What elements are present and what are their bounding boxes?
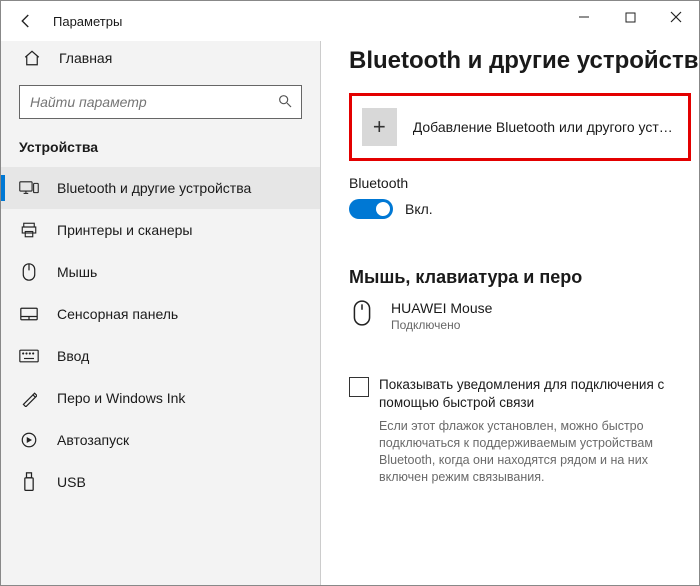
bluetooth-state: Вкл.: [405, 201, 433, 217]
plus-icon: +: [362, 108, 397, 146]
sidebar-item-typing[interactable]: Ввод: [1, 335, 320, 377]
add-device-label: Добавление Bluetooth или другого устройс…: [413, 119, 678, 135]
device-row[interactable]: HUAWEI Mouse Подключено: [349, 300, 699, 332]
sidebar-item-label: Перо и Windows Ink: [57, 390, 185, 406]
page-title: Bluetooth и другие устройства: [349, 47, 699, 75]
window-title: Параметры: [53, 14, 122, 29]
printer-icon: [19, 221, 39, 239]
sidebar-home[interactable]: Главная: [1, 41, 320, 85]
add-device-button[interactable]: + Добавление Bluetooth или другого устро…: [349, 93, 691, 161]
touchpad-icon: [19, 307, 39, 321]
quickpair-help: Если этот флажок установлен, можно быстр…: [379, 418, 699, 486]
sidebar-item-label: Принтеры и сканеры: [57, 222, 192, 238]
minimize-button[interactable]: [561, 1, 607, 33]
sidebar-item-label: Мышь: [57, 264, 97, 280]
devices-icon: [19, 180, 39, 196]
window-controls: [561, 1, 699, 33]
maximize-button[interactable]: [607, 1, 653, 33]
search-icon: [277, 93, 293, 112]
search-input[interactable]: [19, 85, 302, 119]
sidebar-item-label: Bluetooth и другие устройства: [57, 180, 251, 196]
sidebar-item-label: USB: [57, 474, 86, 490]
sidebar-item-bluetooth[interactable]: Bluetooth и другие устройства: [1, 167, 320, 209]
pen-icon: [19, 389, 39, 407]
usb-icon: [19, 472, 39, 492]
sidebar-item-touchpad[interactable]: Сенсорная панель: [1, 293, 320, 335]
device-status: Подключено: [391, 318, 492, 332]
sidebar-item-label: Автозапуск: [57, 432, 129, 448]
bluetooth-label: Bluetooth: [349, 175, 699, 191]
device-name: HUAWEI Mouse: [391, 300, 492, 316]
section-mouse-keyboard: Мышь, клавиатура и перо: [349, 267, 699, 288]
main-content: Bluetooth и другие устройства + Добавлен…: [321, 41, 699, 585]
sidebar-item-pen[interactable]: Перо и Windows Ink: [1, 377, 320, 419]
search-field[interactable]: [30, 94, 277, 110]
quickpair-checkbox[interactable]: [349, 377, 369, 397]
sidebar-item-label: Ввод: [57, 348, 89, 364]
sidebar-item-usb[interactable]: USB: [1, 461, 320, 503]
back-icon[interactable]: [17, 12, 35, 30]
home-icon: [23, 49, 41, 67]
sidebar-item-printers[interactable]: Принтеры и сканеры: [1, 209, 320, 251]
quickpair-label: Показывать уведомления для подключения с…: [379, 376, 687, 412]
sidebar-item-label: Сенсорная панель: [57, 306, 178, 322]
sidebar-item-mouse[interactable]: Мышь: [1, 251, 320, 293]
sidebar-item-autoplay[interactable]: Автозапуск: [1, 419, 320, 461]
bluetooth-toggle[interactable]: [349, 199, 393, 219]
sidebar-section-title: Устройства: [1, 135, 320, 167]
autoplay-icon: [19, 431, 39, 449]
mouse-icon: [353, 300, 377, 329]
close-button[interactable]: [653, 1, 699, 33]
sidebar: Главная Устройства Bluetooth и другие ус…: [1, 41, 321, 585]
keyboard-icon: [19, 349, 39, 363]
mouse-icon: [19, 263, 39, 281]
sidebar-home-label: Главная: [59, 50, 112, 66]
sidebar-nav: Bluetooth и другие устройства Принтеры и…: [1, 167, 320, 503]
